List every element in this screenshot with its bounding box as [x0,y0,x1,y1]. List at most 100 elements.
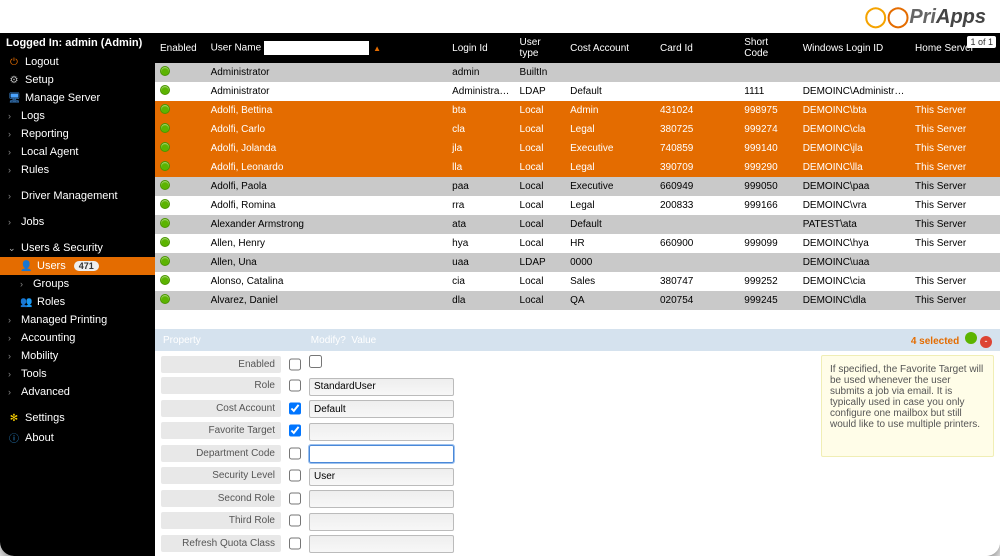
cell-usertype: Local [515,177,566,196]
val-costaccount[interactable] [309,400,454,418]
val-thirdrole[interactable] [309,513,454,531]
enabled-icon [160,161,170,171]
table-row[interactable]: Allen, UnauaaLDAP0000DEMOINC\uaa [155,253,1000,272]
modify-role-chk[interactable] [289,379,301,392]
table-row[interactable]: Adolfi, LeonardollaLocalLegal39070999929… [155,158,1000,177]
nav-setup[interactable]: ⚙ Setup [0,71,155,89]
chevron-right-icon: › [8,147,16,157]
gear-icon: ⚙ [8,75,20,86]
roles-icon: 👥 [20,297,32,308]
col-winlogin[interactable]: Windows Login ID [798,33,910,63]
cell-loginid: ata [447,215,514,234]
apply-button[interactable] [965,332,977,344]
nav-label: Mobility [21,350,58,362]
nav-label: Tools [21,368,47,380]
pager[interactable]: 1 of 1 [967,36,996,48]
modify-securitylevel-chk[interactable] [289,469,301,482]
nav-local-agent[interactable]: ›Local Agent [0,143,155,161]
cell-costaccount: Legal [565,196,655,215]
chevron-right-icon: › [8,111,16,121]
val-securitylevel[interactable] [309,468,454,486]
nav-logs[interactable]: ›Logs [0,107,155,125]
nav-about[interactable]: ⓘAbout [0,427,155,448]
nav-rules[interactable]: ›Rules [0,161,155,179]
table-row[interactable]: Alexander ArmstrongataLocalDefaultPATEST… [155,215,1000,234]
nav-logout[interactable]: ⏻Logout [0,53,155,71]
col-username[interactable]: User Name▲ [206,33,448,63]
val-secondrole[interactable] [309,490,454,508]
modify-costaccount-chk[interactable] [289,402,301,415]
col-costaccount[interactable]: Cost Account [565,33,655,63]
col-usertype[interactable]: User type [515,33,566,63]
nav-users[interactable]: 👤Users471 [0,257,155,275]
nav-mobility[interactable]: ›Mobility [0,347,155,365]
cell-costaccount: Admin [565,101,655,120]
nav-label: Driver Management [21,190,118,202]
table-row[interactable]: Adolfi, PaolapaaLocalExecutive6609499990… [155,177,1000,196]
nav-roles[interactable]: 👥Roles [0,293,155,311]
modify-refreshquota-chk[interactable] [289,537,301,550]
modify-enabled-chk[interactable] [289,358,301,371]
nav-label: Users [37,260,66,272]
cancel-button[interactable]: - [980,336,992,348]
col-loginid[interactable]: Login Id [447,33,514,63]
val-favoritetarget[interactable] [309,423,454,441]
table-row[interactable]: Adolfi, CarloclaLocalLegal380725999274DE… [155,120,1000,139]
nav-reporting[interactable]: ›Reporting [0,125,155,143]
nav-label: About [25,432,54,444]
table-row[interactable]: AdministratoradminBuiltIn [155,63,1000,82]
cell-loginid: bta [447,101,514,120]
nav-settings[interactable]: ✻Settings [0,409,155,427]
table-row[interactable]: Alonso, CatalinaciaLocalSales38074799925… [155,272,1000,291]
nav-groups[interactable]: ›Groups [0,275,155,293]
table-row[interactable]: Alvarez, DanieldlaLocalQA020754999245DEM… [155,291,1000,310]
table-row[interactable]: Allen, HenryhyaLocalHR660900999099DEMOIN… [155,234,1000,253]
modify-favoritetarget-chk[interactable] [289,424,301,437]
modify-thirdrole-chk[interactable] [289,514,301,527]
enabled-icon [160,85,170,95]
cell-username: Adolfi, Bettina [206,101,448,120]
cell-username: Administrator [206,63,448,82]
table-row[interactable]: AdministratorAdministratorLDAPDefault111… [155,82,1000,101]
cell-winlogin: DEMOINC\paa [798,177,910,196]
cell-costaccount: 0000 [565,253,655,272]
cell-winlogin: DEMOINC\uaa [798,253,910,272]
nav-label: Users & Security [21,242,103,254]
table-row[interactable]: Adolfi, JolandajlaLocalExecutive74085999… [155,139,1000,158]
cell-loginid: jla [447,139,514,158]
modify-deptcode-chk[interactable] [289,447,301,460]
chevron-down-icon: ⌄ [8,243,16,254]
lbl-costaccount: Cost Account [161,400,281,417]
col-enabled[interactable]: Enabled [155,33,206,63]
cell-shortcode: 999245 [739,291,797,310]
cell-loginid: paa [447,177,514,196]
val-refreshquota[interactable] [309,535,454,553]
nav-accounting[interactable]: ›Accounting [0,329,155,347]
nav-label: Setup [25,74,54,86]
col-homeserver[interactable]: Home Server1 of 1 [910,33,1000,63]
nav-users-security[interactable]: ⌄ Users & Security [0,239,155,257]
val-role[interactable] [309,378,454,396]
nav-driver-management[interactable]: ›Driver Management [0,187,155,205]
val-enabled-chk[interactable] [309,355,322,368]
cell-username: Allen, Henry [206,234,448,253]
nav-manage-server[interactable]: 🖥Manage Server [0,89,155,107]
username-search-input[interactable] [264,41,369,55]
nav-tools[interactable]: ›Tools [0,365,155,383]
chevron-right-icon: › [8,165,16,175]
val-deptcode[interactable] [309,445,454,463]
cell-winlogin: DEMOINC\dla [798,291,910,310]
cell-cardid [655,82,739,101]
nav-menu: ⏻Logout ⚙ Setup 🖥Manage Server ›Logs ›Rep… [0,53,155,448]
modify-secondrole-chk[interactable] [289,492,301,505]
nav-managed-printing[interactable]: ›Managed Printing [0,311,155,329]
col-shortcode[interactable]: Short Code [739,33,797,63]
table-row[interactable]: Adolfi, BettinabtaLocalAdmin431024998975… [155,101,1000,120]
cell-loginid: Administrator [447,82,514,101]
nav-jobs[interactable]: ›Jobs [0,213,155,231]
nav-advanced[interactable]: ›Advanced [0,383,155,401]
users-table: Enabled User Name▲ Login Id User type Co… [155,33,1000,310]
table-row[interactable]: Adolfi, RominarraLocalLegal200833999166D… [155,196,1000,215]
col-cardid[interactable]: Card Id [655,33,739,63]
cell-username: Adolfi, Leonardo [206,158,448,177]
